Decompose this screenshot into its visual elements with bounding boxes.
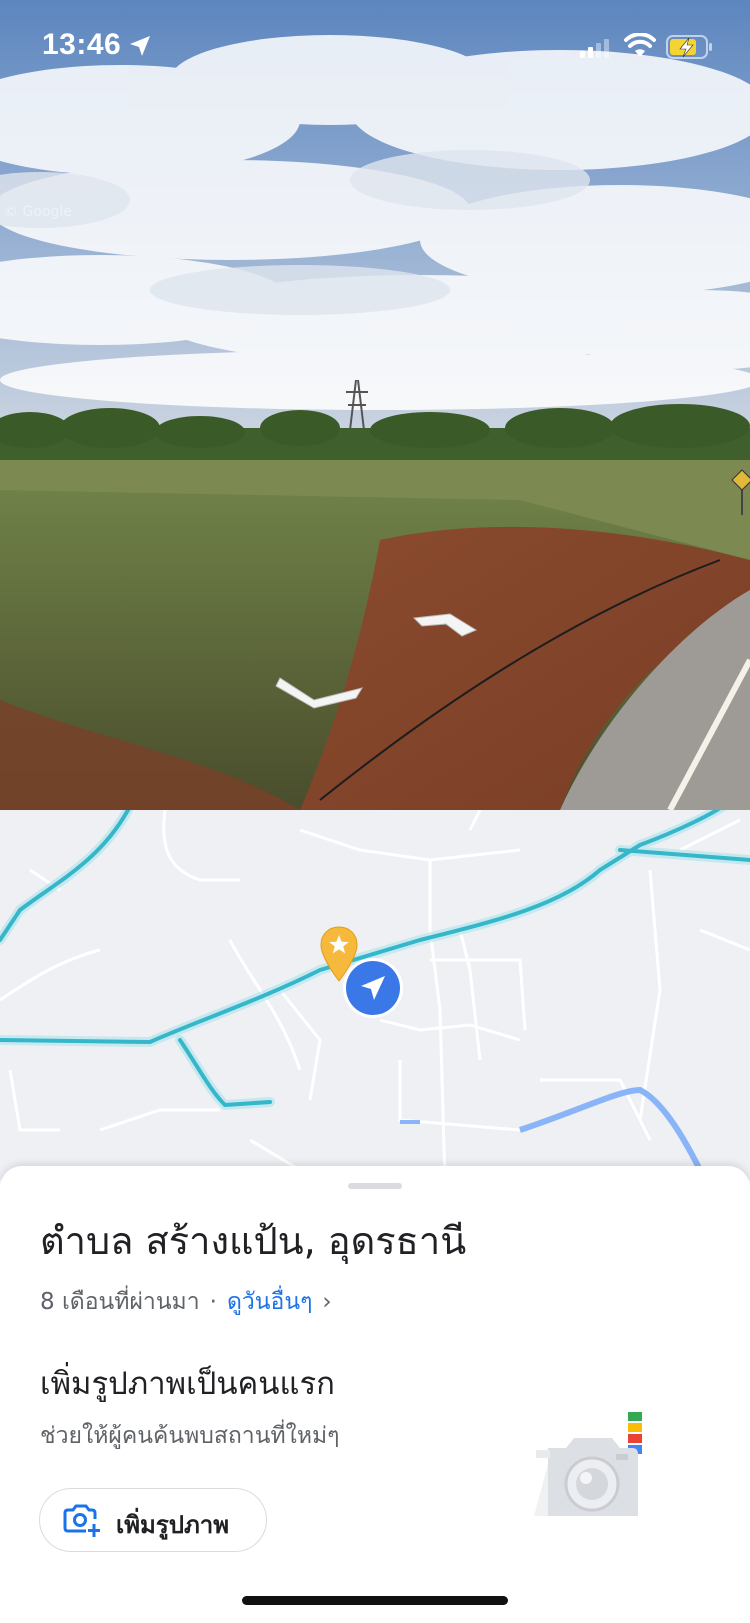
place-title: ตำบล สร้างแป้น, อุดรธานี bbox=[40, 1219, 467, 1263]
add-photo-heading: เพิ่มรูปภาพเป็นคนแรก bbox=[40, 1366, 335, 1402]
street-view-arrow-forward[interactable] bbox=[410, 612, 480, 640]
street-view-watermark: © Google bbox=[4, 204, 72, 220]
chevron-right-icon[interactable]: › bbox=[322, 1289, 331, 1315]
my-location-icon[interactable] bbox=[341, 956, 405, 1020]
camera-illustration bbox=[534, 1412, 642, 1516]
location-arrow-icon bbox=[130, 36, 150, 56]
imagery-date-row: 8 เดือนที่ผ่านมา · ดูวันอื่นๆ › bbox=[40, 1284, 332, 1320]
imagery-age: 8 เดือนที่ผ่านมา bbox=[40, 1289, 200, 1315]
add-photo-button-label: เพิ่มรูปภาพ bbox=[116, 1511, 230, 1539]
home-indicator bbox=[242, 1596, 508, 1605]
street-view-arrow-back[interactable] bbox=[274, 668, 368, 710]
wifi-icon bbox=[624, 33, 656, 57]
place-bottom-sheet: ตำบล สร้างแป้น, อุดรธานี 8 เดือนที่ผ่านม… bbox=[0, 1166, 750, 1623]
status-time: 13:46 bbox=[42, 28, 122, 61]
sheet-drag-handle[interactable] bbox=[348, 1183, 402, 1189]
status-bar: 13:46 bbox=[0, 0, 750, 94]
battery-charging-icon bbox=[666, 35, 712, 59]
add-photo-subtitle: ช่วยให้ผู้คนค้นพบสถานที่ใหม่ๆ bbox=[40, 1423, 340, 1449]
street-view-image[interactable]: © Google bbox=[0, 0, 750, 810]
signal-icon bbox=[580, 39, 609, 58]
separator-dot: · bbox=[209, 1289, 217, 1315]
see-other-dates-link[interactable]: ดูวันอื่นๆ bbox=[227, 1289, 312, 1315]
add-photo-icon bbox=[63, 1504, 100, 1537]
add-photo-button[interactable]: เพิ่มรูปภาพ bbox=[39, 1488, 267, 1552]
